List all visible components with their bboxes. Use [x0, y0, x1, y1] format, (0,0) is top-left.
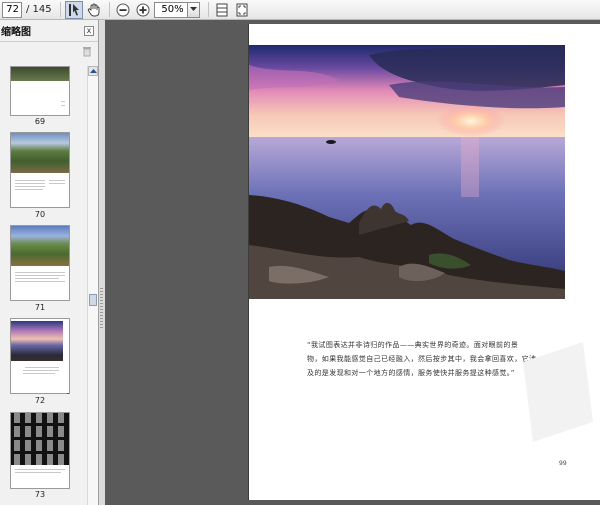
page-total-label: / 145 — [26, 4, 52, 15]
zoom-in-icon — [136, 3, 150, 16]
hand-tool-icon — [87, 3, 100, 16]
scroll-thumb[interactable] — [89, 294, 97, 306]
thumbnail-label: 69 — [34, 117, 46, 126]
zoom-in-button[interactable] — [134, 1, 152, 19]
toolbar: / 145 — [0, 0, 600, 20]
scroll-up-arrow[interactable] — [88, 66, 98, 76]
toolbar-separator — [59, 2, 61, 17]
toolbar-separator — [108, 2, 110, 17]
thumbnail-label: 70 — [34, 210, 46, 219]
thumbnail-page-70[interactable] — [10, 132, 70, 208]
splitter-grip[interactable] — [100, 288, 103, 328]
thumbnail-list: 69 70 71 72 73 — [0, 66, 86, 505]
fit-width-icon — [216, 3, 228, 16]
panel-title: 缩略图 — [1, 27, 31, 38]
fit-page-button[interactable] — [233, 1, 251, 19]
thumbnail-page-72[interactable] — [10, 318, 70, 394]
zoom-out-icon — [116, 3, 130, 16]
zoom-out-button[interactable] — [114, 1, 132, 19]
zoom-level-input[interactable] — [153, 1, 188, 18]
thumbnail-label: 73 — [34, 490, 46, 499]
sunset-coast-image — [249, 45, 565, 299]
toolbar-separator — [207, 2, 209, 17]
document-view[interactable]: “我试图表达并非诗归的作品——典实世界的奇迹。面对眼前的景 物，如果我能感觉自己… — [105, 20, 600, 505]
pdf-page: “我试图表达并非诗归的作品——典实世界的奇迹。面对眼前的景 物，如果我能感觉自己… — [248, 24, 600, 500]
zoom-dropdown-button[interactable] — [187, 1, 200, 18]
panel-toolbar — [0, 42, 98, 62]
thumbnail-scrollbar[interactable] — [87, 66, 98, 505]
fit-width-button[interactable] — [213, 1, 231, 19]
watermark-seal — [523, 342, 593, 442]
panel-close-button[interactable]: x — [84, 25, 94, 36]
chevron-down-icon — [189, 7, 197, 11]
thumbnail-page-71[interactable] — [10, 225, 70, 301]
select-tool-button[interactable] — [64, 0, 83, 19]
page-number-input[interactable] — [2, 1, 22, 18]
panel-header: 缩略图 x — [0, 20, 98, 42]
thumbnail-page-73[interactable] — [10, 412, 70, 489]
seascape-photo — [249, 45, 565, 299]
page-number: 99 — [559, 460, 567, 467]
thumbnails-panel: 缩略图 x 69 70 71 72 73 — [0, 20, 99, 505]
fit-page-icon — [236, 3, 248, 16]
select-tool-icon — [68, 3, 79, 16]
thumbnail-page-69[interactable] — [10, 66, 70, 116]
chevron-up-icon — [89, 69, 97, 73]
thumbnail-label: 72 — [34, 396, 46, 405]
trash-icon[interactable] — [82, 46, 92, 57]
thumbnail-label: 71 — [34, 303, 46, 312]
hand-tool-button[interactable] — [85, 1, 103, 19]
